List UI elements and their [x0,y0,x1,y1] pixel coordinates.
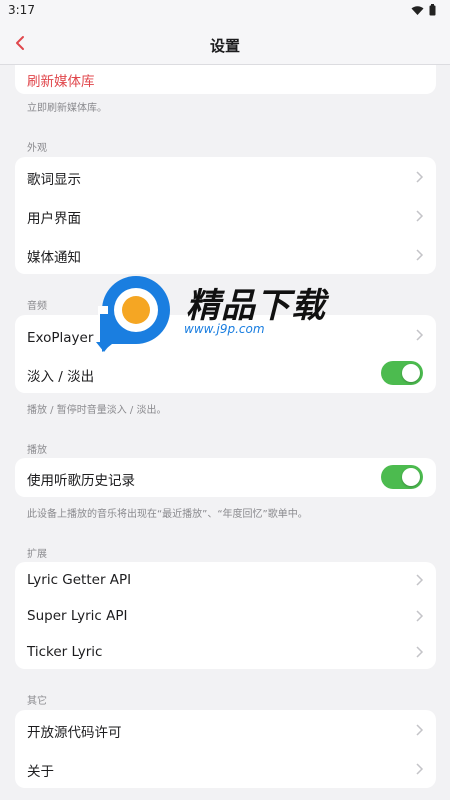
lyrics-display-label: 歌词显示 [27,172,81,188]
fade-in-out-label: 淡入 / 淡出 [27,369,95,385]
about-label: 关于 [27,764,54,780]
status-bar: 3:17 [0,0,450,22]
ticker-lyric-item[interactable]: Ticker Lyric [15,634,436,669]
chevron-right-icon [416,646,424,658]
appearance-group: 歌词显示 用户界面 媒体通知 [15,157,436,274]
extensions-section-header: 扩展 [27,549,47,560]
settings-list[interactable]: 刷新媒体库 立即刷新媒体库。 外观 歌词显示 用户界面 媒体通知 音频 ExoP… [0,0,450,800]
playback-group: 使用听歌历史记录 [15,458,436,497]
lyrics-display-item[interactable]: 歌词显示 [15,157,436,196]
chevron-right-icon [416,210,424,222]
media-library-footnote: 立即刷新媒体库。 [27,103,107,114]
chevron-right-icon [416,574,424,586]
top-app-bar: 设置 [0,22,450,65]
toggle-knob [402,468,420,486]
super-lyric-api-label: Super Lyric API [27,608,128,624]
chevron-right-icon [416,329,424,341]
extensions-group: Lyric Getter API Super Lyric API Ticker … [15,562,436,669]
chevron-right-icon [416,763,424,775]
fade-in-out-toggle[interactable] [381,361,423,385]
history-footnote: 此设备上播放的音乐将出现在“最近播放”、“年度回忆”歌单中。 [27,509,308,520]
appearance-section-header: 外观 [27,143,47,154]
battery-icon [429,4,436,16]
other-group: 开放源代码许可 关于 [15,710,436,788]
refresh-media-library-button[interactable]: 刷新媒体库 [15,66,436,94]
page-title: 设置 [209,37,240,55]
lyric-getter-api-label: Lyric Getter API [27,572,132,588]
listening-history-label: 使用听歌历史记录 [27,473,135,489]
listening-history-toggle[interactable] [381,465,423,489]
super-lyric-api-item[interactable]: Super Lyric API [15,598,436,634]
chevron-right-icon [416,610,424,622]
toggle-knob [402,364,420,382]
status-time: 3:17 [8,3,35,17]
chevron-right-icon [416,171,424,183]
fade-in-out-item[interactable]: 淡入 / 淡出 [15,354,436,393]
listening-history-item[interactable]: 使用听歌历史记录 [15,458,436,497]
lyric-getter-api-item[interactable]: Lyric Getter API [15,562,436,598]
fade-footnote: 播放 / 暂停时音量淡入 / 淡出。 [27,405,167,416]
audio-group: ExoPlayer 选 淡入 / 淡出 [15,315,436,393]
exoplayer-label: ExoPlayer 选 [27,330,112,346]
playback-section-header: 播放 [27,445,47,456]
user-interface-item[interactable]: 用户界面 [15,196,436,235]
chevron-right-icon [416,249,424,261]
other-section-header: 其它 [27,696,47,707]
media-notification-label: 媒体通知 [27,250,81,266]
media-notification-item[interactable]: 媒体通知 [15,235,436,274]
exoplayer-item[interactable]: ExoPlayer 选 [15,315,436,354]
wifi-icon [411,5,424,15]
open-source-licenses-label: 开放源代码许可 [27,725,122,741]
open-source-licenses-item[interactable]: 开放源代码许可 [15,710,436,749]
refresh-media-library-label: 刷新媒体库 [27,74,95,90]
chevron-right-icon [416,724,424,736]
user-interface-label: 用户界面 [27,211,81,227]
about-item[interactable]: 关于 [15,749,436,788]
status-icons [411,3,436,17]
audio-section-header: 音频 [27,301,47,312]
ticker-lyric-label: Ticker Lyric [27,644,103,660]
